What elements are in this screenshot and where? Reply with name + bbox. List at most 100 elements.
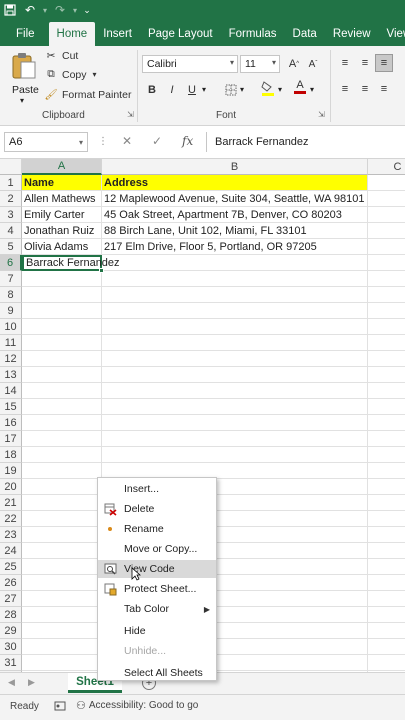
accessibility-status[interactable]: ⚇ Accessibility: Good to go [76, 699, 198, 712]
customize-qat-icon[interactable]: ⌄ [80, 0, 94, 20]
cell-c23[interactable] [368, 527, 405, 543]
cell-c2[interactable] [368, 191, 405, 207]
cell-a1[interactable]: Name [22, 175, 102, 191]
font-family-select[interactable]: Calibri ▾ [142, 55, 238, 73]
scroll-left-icon[interactable]: ◀ [8, 677, 15, 688]
row-header[interactable]: 17 [0, 431, 22, 447]
cell-b3[interactable]: 45 Oak Street, Apartment 7B, Denver, CO … [102, 207, 368, 223]
row-header[interactable]: 7 [0, 271, 22, 287]
cell-a9[interactable] [22, 303, 102, 319]
row-header[interactable]: 26 [0, 575, 22, 591]
chevron-down-icon[interactable]: ▾ [93, 70, 97, 79]
cell-c30[interactable] [368, 639, 405, 655]
cell-a30[interactable] [22, 639, 102, 655]
cell-b8[interactable] [102, 287, 368, 303]
cell-b10[interactable] [102, 319, 368, 335]
column-header-a[interactable]: A [22, 159, 102, 175]
chevron-down-icon[interactable]: ▾ [70, 0, 80, 20]
row-header[interactable]: 2 [0, 191, 22, 207]
menu-item-tab-color[interactable]: Tab Color ▶ [98, 600, 216, 618]
row-header[interactable]: 1 [0, 175, 22, 191]
align-center-icon[interactable]: ≡ [356, 80, 374, 98]
font-size-select[interactable]: 11 ▾ [240, 55, 280, 73]
fill-handle[interactable] [99, 268, 104, 273]
cell-a25[interactable] [22, 559, 102, 575]
cell-a13[interactable] [22, 367, 102, 383]
menu-item-hide[interactable]: Hide [98, 622, 216, 640]
italic-button[interactable]: I [163, 81, 181, 99]
cell-a6[interactable]: Barrack Fernandez [22, 255, 120, 271]
cell-c4[interactable] [368, 223, 405, 239]
formula-input[interactable]: Barrack Fernandez [206, 132, 405, 152]
cell-c27[interactable] [368, 591, 405, 607]
row-header[interactable]: 16 [0, 415, 22, 431]
row-header[interactable]: 11 [0, 335, 22, 351]
chevron-down-icon[interactable]: ▾ [310, 85, 314, 94]
cell-c21[interactable] [368, 495, 405, 511]
row-header[interactable]: 15 [0, 399, 22, 415]
chevron-down-icon[interactable]: ▾ [40, 0, 50, 20]
cell-b11[interactable] [102, 335, 368, 351]
cell-a4[interactable]: Jonathan Ruiz [22, 223, 102, 239]
cell-c28[interactable] [368, 607, 405, 623]
cell-c16[interactable] [368, 415, 405, 431]
cell-a14[interactable] [22, 383, 102, 399]
menu-item-insert[interactable]: Insert... [98, 480, 216, 498]
cell-c15[interactable] [368, 399, 405, 415]
tab-review[interactable]: Review [325, 22, 379, 46]
cell-c5[interactable] [368, 239, 405, 255]
column-header-b[interactable]: B [102, 159, 368, 175]
bold-button[interactable]: B [143, 81, 161, 99]
cell-c31[interactable] [368, 655, 405, 671]
cell-c18[interactable] [368, 447, 405, 463]
cell-c19[interactable] [368, 463, 405, 479]
row-header[interactable]: 8 [0, 287, 22, 303]
row-header[interactable]: 31 [0, 655, 22, 671]
cell-a5[interactable]: Olivia Adams [22, 239, 102, 255]
chevron-down-icon[interactable]: ▾ [278, 85, 282, 94]
cell-c1[interactable] [368, 175, 405, 191]
row-header[interactable]: 21 [0, 495, 22, 511]
enter-icon[interactable]: ✓ [152, 134, 162, 148]
row-header[interactable]: 23 [0, 527, 22, 543]
cell-a31[interactable] [22, 655, 102, 671]
tab-data[interactable]: Data [285, 22, 325, 46]
align-bottom-icon[interactable]: ≡ [375, 54, 393, 72]
cell-b12[interactable] [102, 351, 368, 367]
paste-button[interactable]: Paste ▾ [8, 52, 40, 105]
row-header[interactable]: 13 [0, 367, 22, 383]
menu-item-view-code[interactable]: View Code [98, 560, 216, 578]
chevron-down-icon[interactable]: ▾ [20, 96, 24, 105]
cell-b6[interactable] [102, 255, 368, 271]
cell-c24[interactable] [368, 543, 405, 559]
cell-a18[interactable] [22, 447, 102, 463]
align-top-icon[interactable]: ≡ [336, 54, 354, 72]
cell-b18[interactable] [102, 447, 368, 463]
row-header[interactable]: 22 [0, 511, 22, 527]
more-options-icon[interactable]: ⋮ [98, 136, 108, 147]
cell-a28[interactable] [22, 607, 102, 623]
row-header[interactable]: 6 [0, 255, 22, 271]
cell-b1[interactable]: Address [102, 175, 368, 191]
cell-b9[interactable] [102, 303, 368, 319]
row-header[interactable]: 30 [0, 639, 22, 655]
tab-file[interactable]: File [0, 22, 49, 46]
fill-color-icon[interactable] [259, 79, 277, 97]
cell-b17[interactable] [102, 431, 368, 447]
chevron-down-icon[interactable]: ▾ [202, 85, 206, 94]
align-left-icon[interactable]: ≡ [336, 80, 354, 98]
font-color-icon[interactable]: A [291, 77, 309, 95]
menu-item-select-all-sheets[interactable]: Select All Sheets [98, 664, 216, 682]
cell-c22[interactable] [368, 511, 405, 527]
cell-a3[interactable]: Emily Carter [22, 207, 102, 223]
tab-formulas[interactable]: Formulas [221, 22, 285, 46]
insert-function-icon[interactable]: fx [182, 134, 193, 148]
cell-a21[interactable] [22, 495, 102, 511]
row-header[interactable]: 28 [0, 607, 22, 623]
menu-item-rename[interactable]: Rename [98, 520, 216, 538]
cancel-icon[interactable]: ✕ [122, 134, 132, 148]
align-right-icon[interactable]: ≡ [375, 80, 393, 98]
tab-home[interactable]: Home [48, 22, 96, 46]
row-header[interactable]: 24 [0, 543, 22, 559]
menu-item-protect-sheet[interactable]: Protect Sheet... [98, 580, 216, 598]
